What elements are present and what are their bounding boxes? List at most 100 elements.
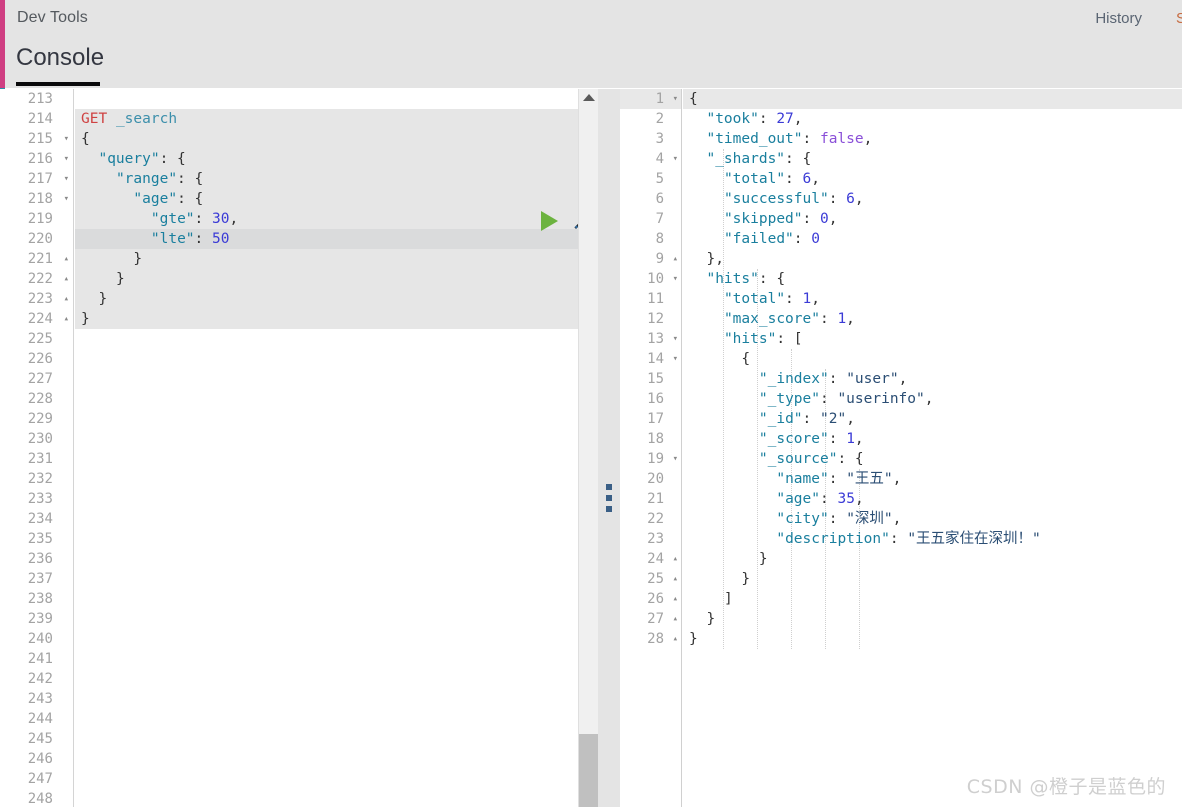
fold-toggle-icon[interactable]: ▴ [673,569,678,589]
response-code-line[interactable]: "description": "王五家住在深圳！" [683,529,1182,549]
request-code-line[interactable] [75,449,578,469]
fold-toggle-icon[interactable]: ▴ [673,609,678,629]
response-code-line[interactable]: "timed_out": false, [683,129,1182,149]
request-code-line[interactable] [75,389,578,409]
request-code-line[interactable] [75,509,578,529]
history-button[interactable]: History [1095,10,1142,27]
fold-toggle-icon[interactable]: ▾ [673,89,678,109]
fold-toggle-icon[interactable]: ▾ [64,149,69,169]
response-code-line[interactable]: } [683,609,1182,629]
request-code-line[interactable] [75,369,578,389]
request-code-line[interactable] [75,749,578,769]
fold-toggle-icon[interactable]: ▾ [64,189,69,209]
response-code-line[interactable]: } [683,549,1182,569]
response-code-line[interactable]: "_score": 1, [683,429,1182,449]
request-code-line[interactable] [75,669,578,689]
request-code-line[interactable] [75,549,578,569]
response-code-line[interactable]: "_id": "2", [683,409,1182,429]
settings-button[interactable]: S [1176,10,1182,27]
request-code-line[interactable] [75,769,578,789]
response-code-line[interactable]: "hits": { [683,269,1182,289]
response-editor-pane[interactable]: 1 ▾ 2 3 4 ▾ 5 6 7 8 9 ▴ 10 ▾ 11 12 13 ▾ 14 ▾ 15 16 17 18 19 ▾ 20 21… [620,89,1182,807]
request-code-area[interactable]: GET _search{ "query": { "range": { "age"… [75,89,578,807]
response-code-line[interactable]: "_source": { [683,449,1182,469]
fold-toggle-icon[interactable]: ▾ [673,149,678,169]
fold-toggle-icon[interactable]: ▾ [673,349,678,369]
response-code-line[interactable]: "successful": 6, [683,189,1182,209]
splitter-drag-handle[interactable] [606,484,612,514]
response-gutter[interactable]: 1 ▾ 2 3 4 ▾ 5 6 7 8 9 ▴ 10 ▾ 11 12 13 ▾ 14 ▾ 15 16 17 18 19 ▾ 20 21… [620,89,682,807]
request-code-line[interactable]: } [75,269,578,289]
response-code-line[interactable]: "failed": 0 [683,229,1182,249]
response-code-line[interactable]: ] [683,589,1182,609]
request-code-line[interactable]: GET _search [75,109,578,129]
response-code-line[interactable]: { [683,89,1182,109]
request-code-line[interactable] [75,89,578,109]
response-code-line[interactable]: "city": "深圳", [683,509,1182,529]
response-code-line[interactable]: "hits": [ [683,329,1182,349]
response-code-line[interactable]: "total": 6, [683,169,1182,189]
response-code-line[interactable]: "skipped": 0, [683,209,1182,229]
request-code-line[interactable] [75,729,578,749]
request-code-line[interactable] [75,609,578,629]
request-editor-pane[interactable]: 213 214 215 ▾ 216 ▾ 217 ▾ 218 ▾ 219 220 221 ▴ 222 ▴ 223 ▴… [0,89,598,807]
response-code-line[interactable]: "_shards": { [683,149,1182,169]
response-code-area[interactable]: { "took": 27, "timed_out": false, "_shar… [683,89,1182,807]
fold-toggle-icon[interactable]: ▴ [673,589,678,609]
response-code-line[interactable]: "_index": "user", [683,369,1182,389]
send-request-button[interactable] [538,210,560,232]
request-code-line[interactable] [75,569,578,589]
request-code-line[interactable]: "gte": 30, [75,209,578,229]
request-code-line[interactable] [75,529,578,549]
request-gutter[interactable]: 213 214 215 ▾ 216 ▾ 217 ▾ 218 ▾ 219 220 221 ▴ 222 ▴ 223 ▴… [0,89,74,807]
scroll-up-arrow-icon[interactable] [583,94,595,101]
request-code-line[interactable] [75,689,578,709]
fold-toggle-icon[interactable]: ▴ [64,249,69,269]
request-code-line[interactable] [75,789,578,807]
fold-toggle-icon[interactable]: ▾ [673,449,678,469]
request-code-line[interactable]: "query": { [75,149,578,169]
fold-toggle-icon[interactable]: ▴ [673,549,678,569]
fold-toggle-icon[interactable]: ▴ [64,309,69,329]
tab-console[interactable]: Console [16,44,104,79]
request-code-line[interactable]: "age": { [75,189,578,209]
response-code-line[interactable]: "total": 1, [683,289,1182,309]
response-code-line[interactable]: "took": 27, [683,109,1182,129]
response-code-line[interactable]: }, [683,249,1182,269]
request-code-line[interactable]: } [75,309,578,329]
request-code-line[interactable] [75,409,578,429]
response-code-line[interactable]: } [683,629,1182,649]
fold-toggle-icon[interactable]: ▴ [673,629,678,649]
request-code-line[interactable] [75,429,578,449]
request-code-line[interactable] [75,489,578,509]
request-code-line[interactable]: { [75,129,578,149]
request-code-line[interactable] [75,629,578,649]
request-code-line[interactable]: } [75,249,578,269]
response-code-line[interactable]: } [683,569,1182,589]
request-line-number: 224 ▴ [27,309,69,329]
response-code-line[interactable]: "name": "王五", [683,469,1182,489]
request-code-line[interactable] [75,469,578,489]
fold-toggle-icon[interactable]: ▾ [673,269,678,289]
response-code-line[interactable]: "_type": "userinfo", [683,389,1182,409]
request-code-line[interactable] [75,329,578,349]
request-code-line[interactable]: "lte": 50 [75,229,578,249]
fold-toggle-icon[interactable]: ▴ [64,289,69,309]
request-code-line[interactable] [75,589,578,609]
request-scrollbar[interactable] [578,89,598,807]
fold-toggle-icon[interactable]: ▴ [673,249,678,269]
fold-toggle-icon[interactable]: ▾ [673,329,678,349]
request-code-line[interactable] [75,349,578,369]
response-code-line[interactable]: "max_score": 1, [683,309,1182,329]
request-code-line[interactable] [75,649,578,669]
request-code-line[interactable] [75,709,578,729]
fold-toggle-icon[interactable]: ▾ [64,169,69,189]
response-code-line[interactable]: "age": 35, [683,489,1182,509]
fold-toggle-icon[interactable]: ▴ [64,269,69,289]
response-code-line[interactable]: { [683,349,1182,369]
fold-toggle-icon[interactable]: ▾ [64,129,69,149]
request-code-line[interactable]: } [75,289,578,309]
request-code-line[interactable]: "range": { [75,169,578,189]
pane-splitter[interactable] [598,89,620,807]
request-scrollbar-thumb[interactable] [579,734,598,807]
